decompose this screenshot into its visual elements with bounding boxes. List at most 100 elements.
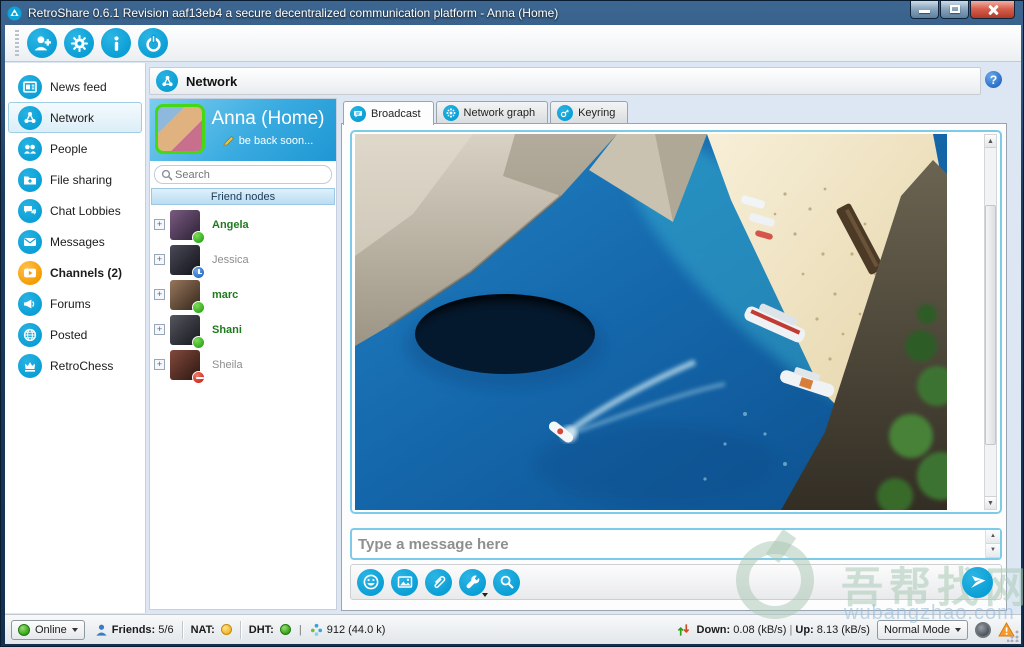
maximize-button[interactable] — [940, 1, 969, 19]
send-button[interactable] — [962, 567, 993, 598]
sidebar-label: News feed — [50, 80, 107, 94]
scroll-thumb[interactable] — [985, 205, 996, 445]
minimize-icon — [919, 10, 930, 13]
paper-plane-icon — [969, 573, 987, 591]
sidebar-item-file-sharing[interactable]: File sharing — [8, 164, 142, 195]
msg-scroll-up[interactable]: ▲ — [986, 530, 1000, 544]
pencil-icon — [223, 135, 235, 147]
sidebar-item-posted[interactable]: Posted — [8, 319, 142, 350]
friend-row-angela[interactable]: + Angela — [150, 207, 336, 242]
paperclip-icon — [431, 574, 447, 590]
close-button[interactable] — [970, 1, 1015, 19]
quit-button[interactable] — [138, 28, 168, 58]
network-page-icon — [156, 70, 178, 92]
main-tabs: Broadcast Network graph Keyring — [343, 101, 630, 125]
chevron-down-icon — [955, 628, 961, 632]
add-friend-icon — [33, 34, 52, 53]
friend-avatar — [170, 210, 200, 240]
transfer-arrows-icon — [677, 623, 690, 637]
search-icon — [161, 169, 173, 181]
sidebar-item-messages[interactable]: Messages — [8, 226, 142, 257]
tab-network-graph[interactable]: Network graph — [436, 101, 549, 124]
sidebar: News feed Network People File sharing Ch… — [5, 63, 146, 613]
app-window: RetroShare 0.6.1 Revision aaf13eb4 a sec… — [0, 0, 1024, 647]
down-label: Down: — [697, 624, 731, 636]
attach-button[interactable] — [425, 569, 452, 596]
envelope-icon — [18, 230, 42, 254]
friend-row-shani[interactable]: + Shani — [150, 312, 336, 347]
friend-row-jessica[interactable]: + Jessica — [150, 242, 336, 277]
sidebar-label: Messages — [50, 235, 105, 249]
message-input[interactable] — [352, 536, 985, 553]
tab-label: Network graph — [464, 107, 536, 119]
profile-avatar[interactable] — [155, 104, 205, 154]
smiley-icon — [363, 574, 379, 590]
away-badge — [192, 266, 205, 279]
friend-name: Jessica — [212, 254, 249, 266]
sidebar-item-chat-lobbies[interactable]: Chat Lobbies — [8, 195, 142, 226]
beach-photo — [355, 134, 947, 510]
friend-row-sheila[interactable]: + Sheila — [150, 347, 336, 382]
friend-row-marc[interactable]: + marc — [150, 277, 336, 312]
nat-status-dot — [221, 624, 232, 635]
page-title: Network — [186, 74, 237, 89]
window-title: RetroShare 0.6.1 Revision aaf13eb4 a sec… — [28, 6, 558, 20]
chat-search-button[interactable] — [493, 569, 520, 596]
scroll-up-arrow[interactable]: ▲ — [985, 135, 996, 148]
resize-grip[interactable] — [1007, 630, 1019, 642]
chat-scrollbar[interactable]: ▲ ▼ — [984, 134, 997, 510]
friends-label: Friends: — [112, 624, 155, 636]
tab-broadcast[interactable]: Broadcast — [343, 101, 434, 125]
profile-box: Anna (Home) be back soon... — [150, 99, 336, 161]
channels-icon — [18, 261, 42, 285]
friend-avatar — [170, 280, 200, 310]
friend-avatar — [170, 350, 200, 380]
image-button[interactable] — [391, 569, 418, 596]
sidebar-item-news-feed[interactable]: News feed — [8, 71, 142, 102]
toolbar-drag-handle[interactable] — [15, 30, 19, 56]
message-scroll[interactable]: ▲▼ — [985, 530, 1000, 558]
mode-combo[interactable]: Normal Mode — [877, 620, 968, 640]
sidebar-item-forums[interactable]: Forums — [8, 288, 142, 319]
close-icon — [987, 4, 999, 16]
broadcast-panel: ▲ ▼ ▲▼ — [341, 123, 1007, 611]
online-status-combo[interactable]: Online — [11, 620, 85, 640]
tab-label: Keyring — [578, 107, 615, 119]
main-toolbar — [5, 25, 1021, 62]
add-friend-button[interactable] — [27, 28, 57, 58]
expand-icon[interactable]: + — [154, 324, 165, 335]
profile-status[interactable]: be back soon... — [223, 135, 314, 147]
profile-name: Anna (Home) — [205, 108, 331, 130]
msg-scroll-down[interactable]: ▼ — [986, 544, 1000, 558]
network-graph-icon — [443, 105, 459, 121]
minimize-button[interactable] — [910, 1, 939, 19]
expand-icon[interactable]: + — [154, 219, 165, 230]
about-button[interactable] — [101, 28, 131, 58]
image-icon — [397, 574, 413, 590]
discovery-status-icon[interactable] — [975, 622, 991, 638]
scroll-down-arrow[interactable]: ▼ — [985, 496, 996, 509]
friends-panel: Anna (Home) be back soon... Friend nodes… — [149, 98, 337, 610]
help-button[interactable]: ? — [985, 71, 1002, 88]
expand-icon[interactable]: + — [154, 289, 165, 300]
expand-icon[interactable]: + — [154, 359, 165, 370]
friend-search-input[interactable] — [173, 168, 313, 182]
sidebar-item-people[interactable]: People — [8, 133, 142, 164]
expand-icon[interactable]: + — [154, 254, 165, 265]
dht-status-dot — [280, 624, 291, 635]
sidebar-item-retrochess[interactable]: RetroChess — [8, 350, 142, 381]
format-tools-button[interactable] — [459, 569, 486, 596]
maximize-icon — [950, 5, 960, 13]
sidebar-item-channels[interactable]: Channels (2) — [8, 257, 142, 288]
peers-count: 912 (44.0 k) — [327, 624, 386, 636]
nat-label: NAT: — [191, 624, 215, 636]
separator — [182, 621, 183, 639]
smiley-button[interactable] — [357, 569, 384, 596]
friend-nodes-header[interactable]: Friend nodes — [151, 188, 335, 205]
tab-keyring[interactable]: Keyring — [550, 101, 628, 124]
titlebar[interactable]: RetroShare 0.6.1 Revision aaf13eb4 a sec… — [1, 1, 1023, 25]
options-button[interactable] — [64, 28, 94, 58]
network-icon — [18, 106, 42, 130]
sidebar-item-network[interactable]: Network — [8, 102, 142, 133]
friend-search[interactable] — [154, 165, 332, 184]
